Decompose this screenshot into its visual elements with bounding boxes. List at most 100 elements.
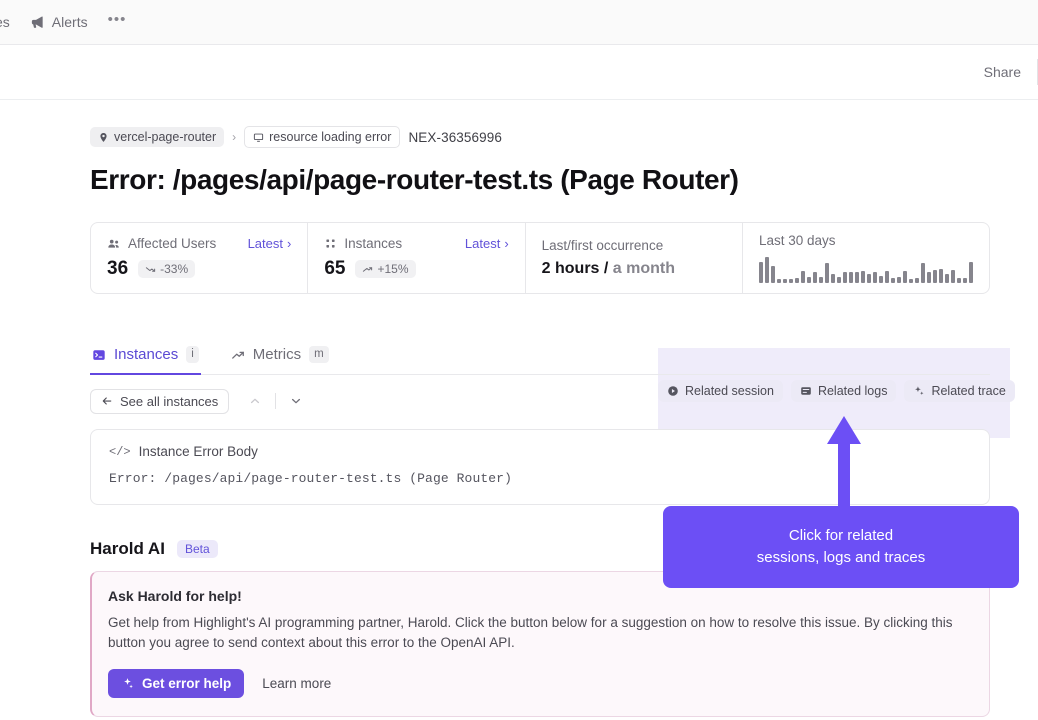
beta-badge: Beta: [176, 540, 218, 558]
nav-item-alerts-label: Alerts: [51, 14, 88, 30]
trend-up-icon: [231, 348, 245, 362]
sparkline-bar: [950, 270, 955, 283]
tab-metrics[interactable]: Metrics m: [229, 340, 331, 375]
sparkline-bar: [866, 274, 871, 283]
harold-ai-card: Ask Harold for help! Get help from Highl…: [90, 571, 990, 717]
harold-card-heading: Ask Harold for help!: [108, 588, 242, 604]
stat-card-affected-users: Affected Users Latest › 36 -33%: [91, 223, 309, 293]
breadcrumb: vercel-page-router › resource loading er…: [90, 126, 992, 148]
stat-value-affected-users: 36: [107, 258, 129, 279]
get-error-help-label: Get error help: [142, 676, 232, 691]
arrow-left-icon: [101, 395, 113, 407]
chevron-right-icon: ›: [286, 236, 292, 251]
related-logs-button[interactable]: Related logs: [790, 380, 897, 402]
trend-down-icon: [145, 264, 156, 275]
chevron-down-icon: [290, 395, 302, 407]
tab-instances-shortcut: i: [186, 346, 199, 363]
stat-card-last-30-days: Last 30 days: [743, 223, 989, 293]
related-session-label: Related session: [685, 384, 774, 398]
breadcrumb-error-type-label: resource loading error: [269, 130, 392, 144]
nav-more-button[interactable]: •••: [98, 8, 137, 36]
breadcrumb-error-id: NEX-36356996: [408, 129, 502, 145]
share-button[interactable]: Share: [970, 59, 1035, 85]
occurrence-last: 2 hours /: [541, 260, 609, 277]
related-actions-row: Related session Related logs Related tra…: [658, 380, 1015, 402]
page-action-bar: Share: [0, 45, 1038, 100]
tab-metrics-shortcut: m: [309, 346, 329, 363]
previous-instance-button[interactable]: [245, 391, 265, 411]
nav-item-clipped[interactable]: ces: [0, 10, 20, 34]
sparkle-icon: [913, 385, 925, 397]
stat-value-row: 36 -33%: [107, 258, 291, 280]
occurrence-first: a month: [608, 260, 676, 277]
stat-latest-link-instances[interactable]: Latest ›: [465, 236, 509, 251]
stat-delta-instances: +15%: [355, 260, 416, 278]
chevron-right-icon: ›: [504, 236, 509, 251]
sparkline-bar: [854, 272, 859, 283]
stat-delta-text: +15%: [377, 262, 409, 276]
sparkline-bar: [794, 278, 799, 283]
sparkline-bar: [926, 272, 931, 283]
get-error-help-button[interactable]: Get error help: [108, 669, 245, 698]
related-session-button[interactable]: Related session: [658, 380, 783, 402]
location-pin-icon: [98, 132, 109, 143]
stat-label-text: Instances: [344, 236, 403, 251]
harold-ai-title: Harold AI: [90, 539, 165, 558]
breadcrumb-error-type[interactable]: resource loading error: [244, 126, 401, 148]
terminal-icon: [92, 348, 106, 362]
megaphone-icon: [30, 15, 45, 30]
sparkline-bar: [908, 279, 913, 283]
top-navigation-bar: ces Alerts •••: [0, 0, 1038, 45]
sparkline-bar: [956, 278, 961, 283]
sparkline-bar: [818, 277, 823, 283]
see-all-instances-label: See all instances: [120, 393, 219, 409]
sparkline-bar: [860, 271, 865, 283]
breadcrumb-separator: ›: [232, 130, 237, 144]
pager-divider: [275, 393, 277, 409]
related-trace-button[interactable]: Related trace: [904, 380, 1015, 402]
play-circle-icon: [667, 385, 679, 397]
harold-card-body: Get help from Highlight's AI programming…: [108, 615, 953, 650]
stat-card-instances: Instances Latest › 65 +15%: [308, 223, 526, 293]
sparkline-bar: [788, 279, 793, 283]
sparkline-bar: [932, 270, 937, 283]
tab-instances-label: Instances: [114, 346, 179, 363]
sparkline-bar: [938, 269, 943, 283]
logs-icon: [800, 385, 812, 397]
nav-item-clipped-label: ces: [0, 14, 10, 30]
see-all-instances-button[interactable]: See all instances: [90, 388, 230, 414]
sparkline-bar: [824, 263, 829, 283]
next-instance-button[interactable]: [286, 391, 306, 411]
sparkline-bar: [830, 274, 835, 283]
sparkline-bar: [896, 277, 901, 283]
stat-latest-link-users[interactable]: Latest ›: [248, 236, 292, 251]
instance-error-body-heading: Instance Error Body: [138, 444, 258, 459]
sparkline-bar: [848, 272, 853, 283]
trend-up-icon: [362, 264, 373, 275]
sparkline-bar: [842, 272, 847, 283]
breadcrumb-project-label: vercel-page-router: [114, 130, 217, 144]
stat-delta-affected-users: -33%: [138, 260, 196, 278]
learn-more-link[interactable]: Learn more: [262, 676, 331, 691]
breadcrumb-project[interactable]: vercel-page-router: [90, 127, 225, 147]
nav-item-alerts[interactable]: Alerts: [20, 10, 98, 34]
sparkline-bar: [890, 278, 895, 283]
sparkline-bar: [782, 279, 787, 283]
users-icon: [107, 237, 121, 251]
sparkline-bar: [914, 278, 919, 283]
sparkline-bar: [836, 277, 841, 283]
stat-card-header: Instances Latest ›: [324, 236, 509, 251]
stat-value-row: 65 +15%: [324, 258, 508, 280]
stat-delta-text: -33%: [160, 262, 189, 276]
tab-instances[interactable]: Instances i: [90, 340, 201, 375]
sparkline-bar: [920, 263, 925, 283]
sparkline-chart: [758, 257, 973, 283]
sparkline-bar: [806, 277, 811, 283]
sparkline-bar: [884, 271, 889, 283]
sparkline-bar: [902, 271, 907, 283]
sparkline-bar: [872, 272, 877, 283]
stat-label-group: Affected Users: [107, 236, 216, 251]
tab-bar: Instances i Metrics m: [90, 340, 990, 375]
sparkline-bar: [878, 276, 883, 283]
sparkline-bar: [764, 257, 769, 283]
